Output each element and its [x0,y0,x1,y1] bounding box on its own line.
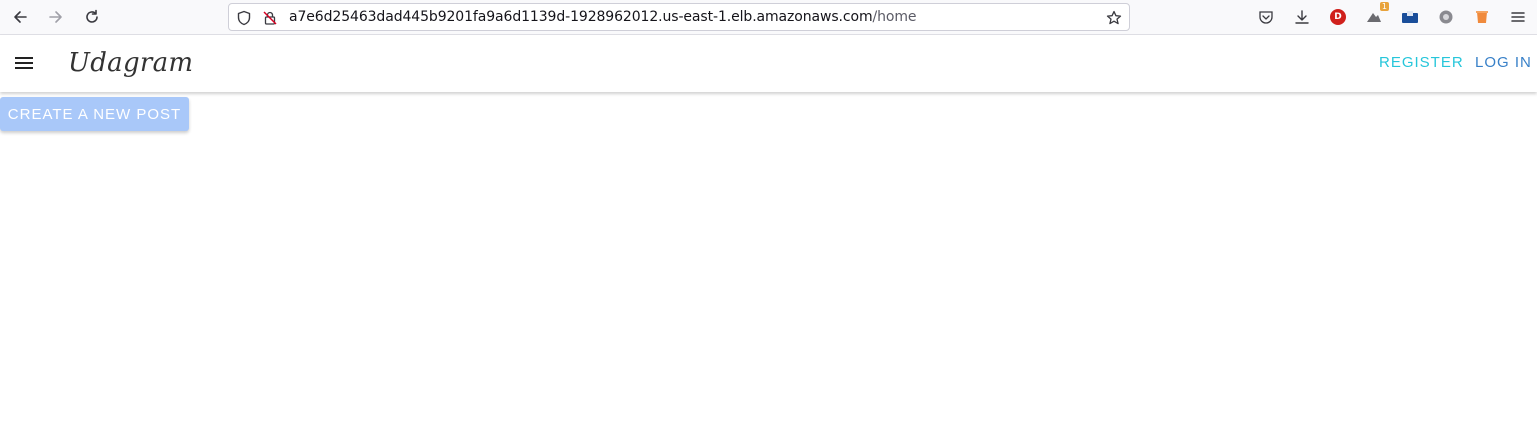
extension-orange-icon[interactable] [1470,5,1494,29]
extension-notification-icon[interactable]: 1 [1362,2,1389,29]
extension-gray-icon[interactable] [1434,5,1458,29]
extension-avatar: D [1330,9,1346,25]
url-host: a7e6d25463dad445b9201fa9a6d1139d-1928962… [289,9,873,25]
create-post-button[interactable]: CREATE A NEW POST [0,97,189,131]
app-header: Udagram REGISTER LOG IN [0,35,1537,92]
browser-toolbar: a7e6d25463dad445b9201fa9a6d1139d-1928962… [0,0,1537,35]
url-path: /home [872,9,917,25]
extension-translate-icon[interactable] [1398,5,1422,29]
brand-logo[interactable]: Udagram [68,48,193,78]
back-icon[interactable] [8,5,32,29]
extension-badge: 1 [1379,2,1389,11]
shield-icon[interactable] [235,9,253,27]
insecure-lock-icon[interactable] [261,9,279,27]
login-link[interactable]: LOG IN [1475,54,1532,71]
forward-icon[interactable] [44,5,68,29]
address-bar[interactable]: a7e6d25463dad445b9201fa9a6d1139d-1928962… [228,3,1130,31]
hamburger-menu-icon[interactable] [12,51,36,75]
reload-icon[interactable] [80,5,104,29]
extension-d-icon[interactable]: D [1326,5,1350,29]
menu-icon[interactable] [1506,5,1530,29]
url-text: a7e6d25463dad445b9201fa9a6d1139d-1928962… [289,9,917,25]
pocket-icon[interactable] [1254,5,1278,29]
bookmark-star-icon[interactable] [1105,9,1123,27]
downloads-icon[interactable] [1290,5,1314,29]
register-link[interactable]: REGISTER [1379,54,1464,71]
